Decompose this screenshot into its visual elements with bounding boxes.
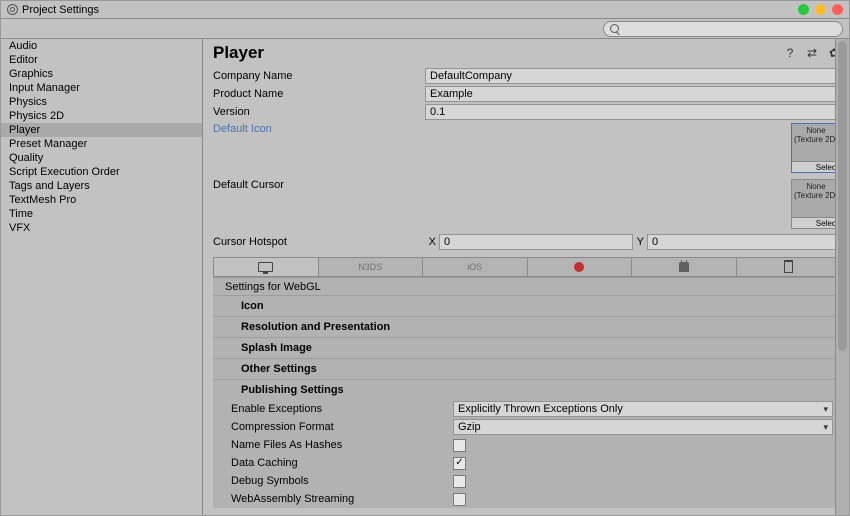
debug-symbols-checkbox[interactable] bbox=[453, 475, 466, 488]
default-icon-select[interactable]: Select bbox=[792, 161, 840, 172]
page-title: Player bbox=[213, 43, 264, 63]
debug-symbols-label: Debug Symbols bbox=[231, 475, 453, 487]
section-resolution[interactable]: Resolution and Presentation bbox=[213, 316, 841, 337]
tab-webgl[interactable] bbox=[528, 258, 633, 276]
webgl-icon bbox=[574, 262, 584, 272]
compression-label: Compression Format bbox=[231, 421, 453, 433]
cursor-y-label: Y bbox=[633, 236, 647, 248]
preset-icon[interactable]: ⇄ bbox=[805, 46, 819, 60]
tab-other[interactable] bbox=[737, 258, 841, 276]
default-cursor-select[interactable]: Select bbox=[792, 217, 840, 228]
data-caching-checkbox[interactable]: ✓ bbox=[453, 457, 466, 470]
window-title: Project Settings bbox=[22, 4, 99, 16]
scrollbar-thumb[interactable] bbox=[838, 41, 847, 351]
search-icon bbox=[610, 24, 619, 33]
wasm-streaming-checkbox[interactable] bbox=[453, 493, 466, 506]
company-name-input[interactable] bbox=[425, 68, 841, 84]
sidebar-item-editor[interactable]: Editor bbox=[1, 53, 202, 67]
window-controls bbox=[798, 4, 843, 15]
sidebar-item-quality[interactable]: Quality bbox=[1, 151, 202, 165]
section-icon[interactable]: Icon bbox=[213, 295, 841, 316]
sidebar-item-time[interactable]: Time bbox=[1, 207, 202, 221]
tab-n3ds[interactable]: N3DS bbox=[319, 258, 424, 276]
scrollbar-vertical[interactable] bbox=[835, 39, 849, 515]
search-input[interactable] bbox=[603, 21, 843, 37]
sidebar-item-audio[interactable]: Audio bbox=[1, 39, 202, 53]
exceptions-label: Enable Exceptions bbox=[231, 403, 453, 415]
data-caching-label: Data Caching bbox=[231, 457, 453, 469]
sidebar-item-vfx[interactable]: VFX bbox=[1, 221, 202, 235]
cursor-y-input[interactable] bbox=[647, 234, 841, 250]
name-hashes-checkbox[interactable] bbox=[453, 439, 466, 452]
default-icon-label: Default Icon bbox=[213, 123, 425, 173]
titlebar: Project Settings bbox=[1, 1, 849, 19]
product-name-label: Product Name bbox=[213, 88, 425, 100]
tab-ios[interactable]: iOS bbox=[423, 258, 528, 276]
product-name-input[interactable] bbox=[425, 86, 841, 102]
platform-tabs: N3DS iOS bbox=[213, 257, 841, 277]
section-publishing[interactable]: Publishing Settings bbox=[213, 379, 841, 400]
sidebar-item-tags-and-layers[interactable]: Tags and Layers bbox=[1, 179, 202, 193]
sidebar-item-graphics[interactable]: Graphics bbox=[1, 67, 202, 81]
cursor-hotspot-label: Cursor Hotspot bbox=[213, 236, 425, 248]
minimize-button[interactable] bbox=[798, 4, 809, 15]
sidebar-item-preset-manager[interactable]: Preset Manager bbox=[1, 137, 202, 151]
section-splash[interactable]: Splash Image bbox=[213, 337, 841, 358]
version-input[interactable] bbox=[425, 104, 841, 120]
default-cursor-label: Default Cursor bbox=[213, 179, 425, 229]
android-icon bbox=[679, 262, 689, 272]
sidebar-item-player[interactable]: Player bbox=[1, 123, 202, 137]
section-other[interactable]: Other Settings bbox=[213, 358, 841, 379]
version-label: Version bbox=[213, 106, 425, 118]
compression-dropdown[interactable]: Gzip bbox=[453, 419, 833, 435]
monitor-icon bbox=[258, 262, 273, 272]
sidebar-item-input-manager[interactable]: Input Manager bbox=[1, 81, 202, 95]
name-hashes-label: Name Files As Hashes bbox=[231, 439, 453, 451]
close-button[interactable] bbox=[832, 4, 843, 15]
maximize-button[interactable] bbox=[815, 4, 826, 15]
exceptions-dropdown[interactable]: Explicitly Thrown Exceptions Only bbox=[453, 401, 833, 417]
settings-sidebar: AudioEditorGraphicsInput ManagerPhysicsP… bbox=[1, 39, 203, 515]
tab-standalone[interactable] bbox=[214, 258, 319, 276]
sidebar-item-script-execution-order[interactable]: Script Execution Order bbox=[1, 165, 202, 179]
search-row bbox=[1, 19, 849, 39]
cursor-x-label: X bbox=[425, 236, 439, 248]
company-name-label: Company Name bbox=[213, 70, 425, 82]
sidebar-item-physics[interactable]: Physics bbox=[1, 95, 202, 109]
settings-for-label: Settings for WebGL bbox=[213, 277, 841, 295]
sidebar-item-textmesh-pro[interactable]: TextMesh Pro bbox=[1, 193, 202, 207]
cursor-x-input[interactable] bbox=[439, 234, 633, 250]
default-cursor-well[interactable]: None (Texture 2D) Select bbox=[791, 179, 841, 229]
content-area: Player ? ⇄ ✿ Company Name Product Name bbox=[203, 39, 849, 515]
gear-icon bbox=[7, 4, 18, 15]
wasm-streaming-label: WebAssembly Streaming bbox=[231, 493, 453, 505]
tab-android[interactable] bbox=[632, 258, 737, 276]
default-cursor-placeholder: None (Texture 2D) bbox=[792, 180, 840, 200]
default-icon-well[interactable]: None (Texture 2D) Select bbox=[791, 123, 841, 173]
help-icon[interactable]: ? bbox=[783, 46, 797, 60]
default-icon-placeholder: None (Texture 2D) bbox=[792, 124, 840, 144]
sidebar-item-physics-2d[interactable]: Physics 2D bbox=[1, 109, 202, 123]
trash-icon bbox=[784, 262, 793, 273]
